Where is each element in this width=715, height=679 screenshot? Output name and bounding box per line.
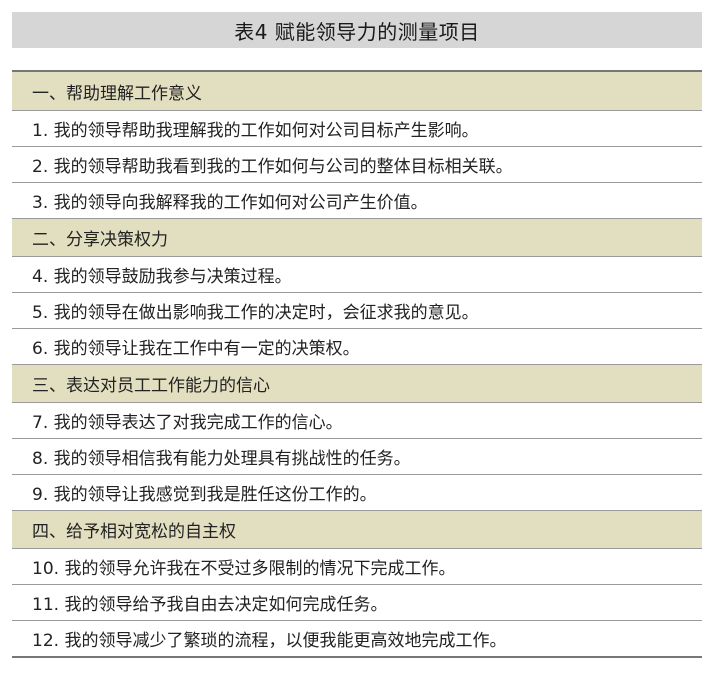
table-title: 表4 赋能领导力的测量项目 <box>12 12 702 48</box>
table-row: 7. 我的领导表达了对我完成工作的信心。 <box>12 402 702 438</box>
table-row: 12. 我的领导减少了繁琐的流程，以便我能更高效地完成工作。 <box>12 620 702 656</box>
section-heading-decision-power: 二、分享决策权力 <box>12 218 702 256</box>
table-row: 9. 我的领导让我感觉到我是胜任这份工作的。 <box>12 474 702 510</box>
table-row: 1. 我的领导帮助我理解我的工作如何对公司目标产生影响。 <box>12 110 702 146</box>
table-row: 5. 我的领导在做出影响我工作的决定时，会征求我的意见。 <box>12 292 702 328</box>
table-row: 4. 我的领导鼓励我参与决策过程。 <box>12 256 702 292</box>
table-row: 2. 我的领导帮助我看到我的工作如何与公司的整体目标相关联。 <box>12 146 702 182</box>
table-row: 10. 我的领导允许我在不受过多限制的情况下完成工作。 <box>12 548 702 584</box>
table-row: 3. 我的领导向我解释我的工作如何对公司产生价值。 <box>12 182 702 218</box>
section-heading-autonomy: 四、给予相对宽松的自主权 <box>12 510 702 548</box>
measurement-table: 一、帮助理解工作意义 1. 我的领导帮助我理解我的工作如何对公司目标产生影响。 … <box>12 70 702 658</box>
section-heading-understanding: 一、帮助理解工作意义 <box>12 72 702 110</box>
table-row: 11. 我的领导给予我自由去决定如何完成任务。 <box>12 584 702 620</box>
table-row: 6. 我的领导让我在工作中有一定的决策权。 <box>12 328 702 364</box>
section-heading-confidence: 三、表达对员工工作能力的信心 <box>12 364 702 402</box>
table-row: 8. 我的领导相信我有能力处理具有挑战性的任务。 <box>12 438 702 474</box>
